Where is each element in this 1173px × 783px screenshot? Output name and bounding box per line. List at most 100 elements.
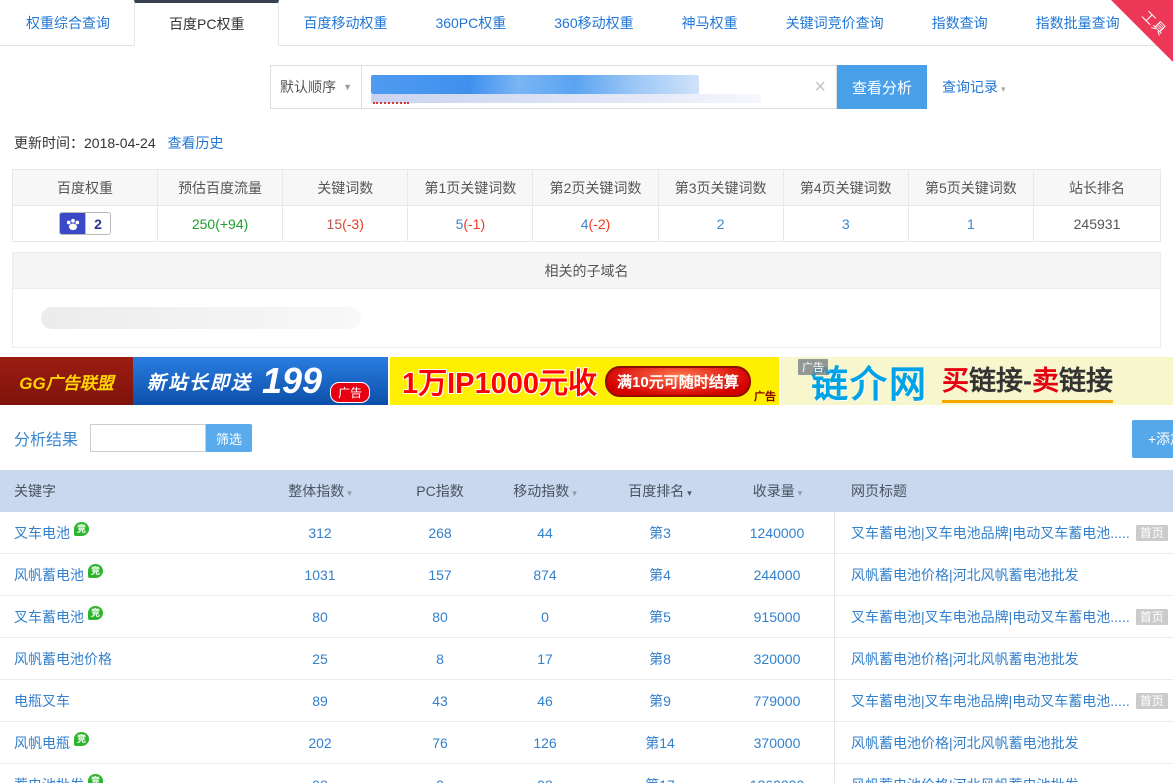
update-time-label: 更新时间：	[14, 135, 84, 151]
stats-header: 第3页关键词数	[658, 170, 783, 206]
mobile-index: 44	[490, 525, 600, 541]
mobile-index: 46	[490, 693, 600, 709]
table-row: 风帆蓄电池价格 25 8 17 第8 320000 风帆蓄电池价格|河北风帆蓄电…	[0, 638, 1173, 680]
query-records-link[interactable]: 查询记录▾	[942, 77, 1006, 97]
mobile-index: 98	[490, 777, 600, 783]
table-row: 叉车蓄电池竞 80 80 0 第5 915000 叉车蓄电池|叉车电池品牌|电动…	[0, 596, 1173, 638]
col-baidu-rank[interactable]: 百度排名▾	[600, 481, 720, 501]
baidu-paw-icon	[60, 213, 85, 234]
ad1-text: 新站长即送	[147, 368, 252, 395]
ad-banner-lianjie[interactable]: 广告 链介网 买链接-卖链接	[781, 357, 1173, 405]
col-pc-index[interactable]: PC指数	[390, 481, 490, 501]
sort-order-select[interactable]: 默认顺序 ▼	[270, 65, 362, 109]
stats-header: 第2页关键词数	[533, 170, 658, 206]
pc-index: 0	[390, 777, 490, 783]
sort-caret-icon: ▾	[347, 488, 352, 498]
ad-banner-ip-offer[interactable]: 1万IP1000元收 满10元可随时结算 广告	[390, 357, 779, 405]
collection-count: 320000	[720, 638, 835, 680]
collection-count: 779000	[720, 680, 835, 722]
keyword-link[interactable]: 风帆电瓶	[14, 735, 70, 751]
ad2-ad-badge: 广告	[754, 388, 776, 404]
page-title-link[interactable]: 风帆蓄电池价格|河北风帆蓄电池批发	[851, 651, 1079, 667]
ad-banner-gg-union[interactable]: GG广告联盟 新站长即送 199 广告	[0, 357, 388, 405]
ad2-text: 1万IP1000元收	[402, 360, 597, 402]
subdomain-body	[13, 289, 1160, 347]
corner-ribbon[interactable]: 工具	[1111, 0, 1173, 62]
keyword-link[interactable]: 风帆蓄电池	[14, 567, 84, 583]
bidding-icon: 竞	[88, 774, 103, 783]
add-keyword-button[interactable]: +添加新词	[1132, 420, 1173, 458]
tab-keyword-bidding[interactable]: 关键词竞价查询	[762, 0, 908, 45]
mobile-index: 17	[490, 651, 600, 667]
tab-360-pc-weight[interactable]: 360PC权重	[411, 0, 530, 45]
analysis-filter-row: 分析结果 筛选 +添加新词	[14, 422, 1161, 454]
collection-count: 1360000	[720, 764, 835, 783]
spellcheck-underline	[373, 102, 409, 104]
keyword-link[interactable]: 叉车蓄电池	[14, 609, 84, 625]
overall-index: 98	[250, 777, 390, 783]
keyword-link[interactable]: 电瓶叉车	[14, 693, 70, 709]
bidding-icon: 竞	[88, 606, 103, 620]
col-keyword: 关键字	[0, 481, 250, 501]
subdomain-title: 相关的子域名	[13, 253, 1160, 289]
filter-button[interactable]: 筛选	[206, 424, 252, 452]
sort-order-label: 默认顺序	[280, 77, 336, 97]
baidu-rank: 第4	[600, 565, 720, 585]
sort-caret-icon: ▾	[798, 488, 803, 498]
keyword-link[interactable]: 风帆蓄电池价格	[14, 651, 112, 667]
keyword-count-delta: (-3)	[342, 216, 364, 232]
baidu-weight-badge[interactable]: 2	[59, 212, 111, 235]
clear-input-icon[interactable]: ×	[814, 76, 826, 98]
baidu-rank: 第9	[600, 691, 720, 711]
weight-stats-table: 百度权重 预估百度流量 关键词数 第1页关键词数 第2页关键词数 第3页关键词数…	[12, 169, 1161, 242]
keyword-link[interactable]: 蓄电池批发	[14, 777, 84, 783]
col-mobile-index[interactable]: 移动指数▾	[490, 481, 600, 501]
mobile-index: 874	[490, 567, 600, 583]
baidu-rank: 第3	[600, 523, 720, 543]
tab-shenma-weight[interactable]: 神马权重	[658, 0, 762, 45]
table-row: 叉车电池竞 312 268 44 第3 1240000 叉车蓄电池|叉车电池品牌…	[0, 512, 1173, 554]
mobile-index: 0	[490, 609, 600, 625]
stats-header: 第1页关键词数	[408, 170, 533, 206]
table-row: 电瓶叉车 89 43 46 第9 779000 叉车蓄电池|叉车电池品牌|电动叉…	[0, 680, 1173, 722]
filter-input[interactable]	[90, 424, 206, 452]
page-title-link[interactable]: 叉车蓄电池|叉车电池品牌|电动叉车蓄电池.....	[851, 693, 1130, 709]
homepage-badge: 首页	[1136, 609, 1168, 625]
domain-input[interactable]: ×	[362, 65, 837, 109]
tab-baidu-mobile-weight[interactable]: 百度移动权重	[279, 0, 411, 45]
tab-index-query[interactable]: 指数查询	[908, 0, 1012, 45]
page-title-link[interactable]: 叉车蓄电池|叉车电池品牌|电动叉车蓄电池.....	[851, 609, 1130, 625]
ad3-links-text: 买链接-卖链接	[942, 359, 1113, 403]
tab-weight-combined[interactable]: 权重综合查询	[2, 0, 134, 45]
pc-index: 80	[390, 609, 490, 625]
baidu-rank: 第8	[600, 649, 720, 669]
sort-caret-icon: ▾	[572, 488, 577, 498]
sort-caret-icon: ▾	[687, 488, 692, 498]
page4-keywords: 3	[842, 216, 850, 232]
page-title-link[interactable]: 风帆蓄电池价格|河北风帆蓄电池批发	[851, 777, 1079, 783]
page-title-link[interactable]: 风帆蓄电池价格|河北风帆蓄电池批发	[851, 567, 1079, 583]
tab-360-mobile-weight[interactable]: 360移动权重	[530, 0, 657, 45]
col-overall-index[interactable]: 整体指数▾	[250, 481, 390, 501]
col-page-title: 网页标题	[835, 481, 1173, 501]
stats-header: 百度权重	[13, 170, 158, 206]
subdomain-section: 相关的子域名	[12, 252, 1161, 348]
page2-keywords-delta: (-2)	[589, 216, 611, 232]
censored-subdomain-blob[interactable]	[41, 307, 361, 329]
table-row: 风帆蓄电池竞 1031 157 874 第4 244000 风帆蓄电池价格|河北…	[0, 554, 1173, 596]
ad-banner-row: GG广告联盟 新站长即送 199 广告 1万IP1000元收 满10元可随时结算…	[0, 357, 1173, 405]
ad1-body: 新站长即送 199 广告	[133, 357, 388, 405]
page3-keywords: 2	[717, 216, 725, 232]
page-title-link[interactable]: 叉车蓄电池|叉车电池品牌|电动叉车蓄电池.....	[851, 525, 1130, 541]
view-history-link[interactable]: 查看历史	[168, 135, 224, 151]
page-title-link[interactable]: 风帆蓄电池价格|河北风帆蓄电池批发	[851, 735, 1079, 751]
homepage-badge: 首页	[1136, 693, 1168, 709]
keyword-link[interactable]: 叉车电池	[14, 525, 70, 541]
baidu-weight-value: 2	[85, 213, 110, 234]
analyze-button[interactable]: 查看分析	[837, 65, 927, 109]
col-collection[interactable]: 收录量▾	[720, 481, 835, 501]
page5-keywords: 1	[967, 216, 975, 232]
tab-baidu-pc-weight[interactable]: 百度PC权重	[134, 0, 279, 46]
overall-index: 25	[250, 651, 390, 667]
collection-count: 915000	[720, 596, 835, 638]
